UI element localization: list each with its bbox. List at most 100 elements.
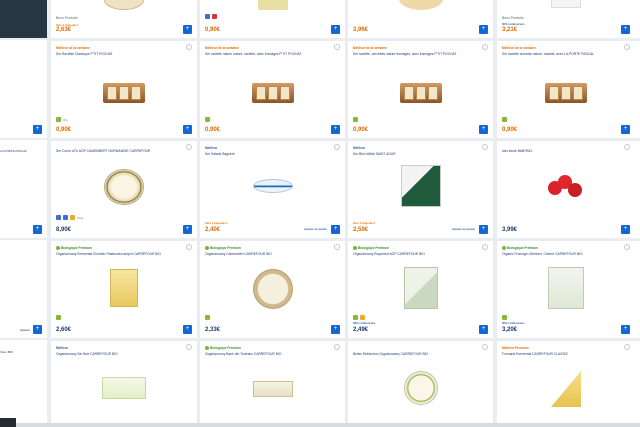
favorite-icon[interactable] [624, 244, 630, 250]
product-card[interactable]: Meilleur Ser Salade Bagnere Vers 1 Capsu… [200, 141, 345, 238]
product-card[interactable]: Biologique Premium Organizovany Camember… [200, 241, 345, 338]
product-card[interactable]: Meilleur Premium Fromarte Emmental CARRE… [497, 341, 635, 427]
favorite-icon[interactable] [334, 244, 340, 250]
add-to-cart-button[interactable]: + [331, 225, 340, 234]
product-title[interactable]: Ser Coeur d'Or AOP CAMEMBERT NORMANDIE C… [56, 149, 187, 157]
product-price: 0,90€ [205, 27, 221, 33]
product-card[interactable]: 3,96€ + [348, 0, 493, 38]
product-title[interactable]: Belsis Reblochon Organizovany CARREFOUR … [353, 352, 483, 360]
product-tags [353, 315, 365, 320]
favorite-icon[interactable] [186, 344, 192, 350]
favorite-icon[interactable] [624, 44, 630, 50]
product-card[interactable]: Biologique Premium Organizovany Bach der… [200, 341, 345, 427]
product-card[interactable]: 0,90€ + [200, 0, 345, 38]
product-grid: + LA PORTE PASCAL + Ajouter + Votre BIO … [0, 0, 640, 427]
favorite-icon[interactable] [482, 244, 488, 250]
product-title[interactable]: Organizovany Emmental Chedder Pasteurizo… [56, 252, 187, 260]
favorite-icon[interactable] [482, 144, 488, 150]
product-title[interactable]: Organizovany Ser Brie CARREFOUR BIO [56, 352, 187, 360]
add-to-basket-link[interactable]: Ajouter au panier [304, 227, 327, 231]
favorite-icon[interactable] [186, 244, 192, 250]
product-price: 2,60€ [56, 327, 72, 333]
add-to-cart-button[interactable]: + [331, 125, 340, 134]
left-edge-card: Ajouter + [0, 240, 47, 338]
product-title[interactable]: Organizovany Bach der Tudeaux CARREFOUR … [205, 352, 335, 360]
product-badge: Meilleur de la semaine [353, 46, 387, 50]
product-badge: Biologique Premium [353, 246, 389, 250]
add-to-cart-button[interactable]: + [479, 225, 488, 234]
product-tags [502, 315, 507, 320]
product-badge: Meilleur [205, 146, 218, 150]
product-title[interactable]: Ser raclette, crevettes nature fromages,… [353, 52, 483, 60]
product-card[interactable]: Meilleur Organizovany Ser Brie CARREFOUR… [51, 341, 197, 427]
product-card[interactable]: Ser Coeur d'Or AOP CAMEMBERT NORMANDIE C… [51, 141, 197, 238]
add-to-cart-button[interactable]: + [331, 325, 340, 334]
product-title[interactable]: Ser Salade Bagnere [205, 152, 335, 160]
product-card[interactable]: Biologique Premium Organic Fromage d'Amb… [497, 241, 635, 338]
product-badge: Meilleur Premium [502, 346, 529, 350]
product-badge: Meilleur [353, 146, 366, 150]
product-title[interactable]: Fromarte Emmental CARREFOUR CLASSIC [502, 352, 625, 360]
product-image [252, 179, 293, 193]
product-price: 3,96€ [353, 27, 369, 33]
product-title[interactable]: Ser raclette cheddar nature, raclette, a… [502, 52, 625, 60]
add-to-cart-button[interactable]: + [183, 125, 192, 134]
favorite-icon[interactable] [334, 44, 340, 50]
favorite-icon[interactable] [334, 144, 340, 150]
product-card[interactable]: Meilleur Ser Bleu Wilde SAINT AGUR Vers … [348, 141, 493, 238]
add-to-cart-button[interactable]: + [621, 25, 630, 34]
product-card[interactable]: Meilleur de la semaine Ser raclette, cre… [348, 41, 493, 138]
product-tags [502, 117, 507, 122]
favorite-icon[interactable] [482, 344, 488, 350]
product-card[interactable]: Meilleur de la semaine Ser raclette ched… [497, 41, 635, 138]
add-to-cart-button[interactable]: + [621, 325, 630, 334]
product-card[interactable]: Biologique Premium Organizovany Emmental… [51, 241, 197, 338]
add-to-cart-button[interactable]: + [33, 125, 42, 134]
product-image [403, 371, 438, 405]
product-card[interactable]: Bons Produits Vers 1 Capsule 1 2,63€ + [51, 0, 197, 38]
product-price: 3,21€ [502, 27, 518, 33]
right-edge-card [635, 241, 640, 338]
add-to-cart-button[interactable]: + [183, 225, 192, 234]
add-to-cart-button[interactable]: + [183, 325, 192, 334]
product-card[interactable]: Belsis Reblochon Organizovany CARREFOUR … [348, 341, 493, 427]
add-to-cart-button[interactable]: + [479, 125, 488, 134]
product-price: 2,63€ [56, 27, 72, 33]
product-image [545, 83, 587, 103]
product-title[interactable]: Ser raclette nature nature, raclette, av… [205, 52, 335, 60]
product-tags [353, 117, 358, 122]
product-card[interactable]: clés seule BABYBEL 3,99€ + [497, 141, 635, 238]
product-title[interactable]: Ser Bleu Wilde SAINT AGUR [353, 152, 483, 160]
add-to-cart-button[interactable]: + [33, 225, 42, 234]
add-to-cart-button[interactable]: + [331, 25, 340, 34]
product-card[interactable]: Meilleur de la semaine Ser Raclette Clas… [51, 41, 197, 138]
product-badge: Biologique Premium [502, 246, 538, 250]
add-to-cart-button[interactable]: + [183, 25, 192, 34]
product-title[interactable]: Organizovany Camembert CARREFOUR BIO [205, 252, 335, 260]
product-image [400, 165, 441, 207]
product-title[interactable]: clés seule BABYBEL [502, 149, 625, 157]
taskbar-start[interactable] [0, 418, 16, 427]
view-link[interactable]: Ajouter [20, 328, 30, 332]
product-card[interactable]: Bons Produits 30% remboursés 3,21€ + [497, 0, 635, 38]
favorite-icon[interactable] [186, 44, 192, 50]
add-to-cart-button[interactable]: + [621, 225, 630, 234]
favorite-icon[interactable] [482, 44, 488, 50]
add-to-cart-button[interactable]: + [479, 25, 488, 34]
product-title[interactable]: Ser Raclette Classique P'TIT POCHAT [56, 52, 187, 60]
favorite-icon[interactable] [624, 344, 630, 350]
edge-card-title: LA PORTE PASCAL [0, 149, 28, 153]
product-title[interactable]: Organic Fromage d'Ambert, Chèvre CARREFO… [502, 252, 625, 260]
product-image [398, 0, 443, 10]
add-to-cart-button[interactable]: + [33, 325, 42, 334]
add-to-basket-link[interactable]: Ajouter au panier [452, 227, 475, 231]
product-image [251, 83, 294, 103]
add-to-cart-button[interactable]: + [621, 125, 630, 134]
product-price: 8,90€ [56, 227, 72, 233]
add-to-cart-button[interactable]: + [479, 325, 488, 334]
product-title[interactable]: Organizovany Roquefort AOP CARREFOUR BIO [353, 252, 483, 260]
favorite-icon[interactable] [334, 344, 340, 350]
product-card[interactable]: Meilleur de la semaine Ser raclette natu… [200, 41, 345, 138]
product-card[interactable]: Biologique Premium Organizovany Roquefor… [348, 241, 493, 338]
product-tags [205, 315, 210, 320]
